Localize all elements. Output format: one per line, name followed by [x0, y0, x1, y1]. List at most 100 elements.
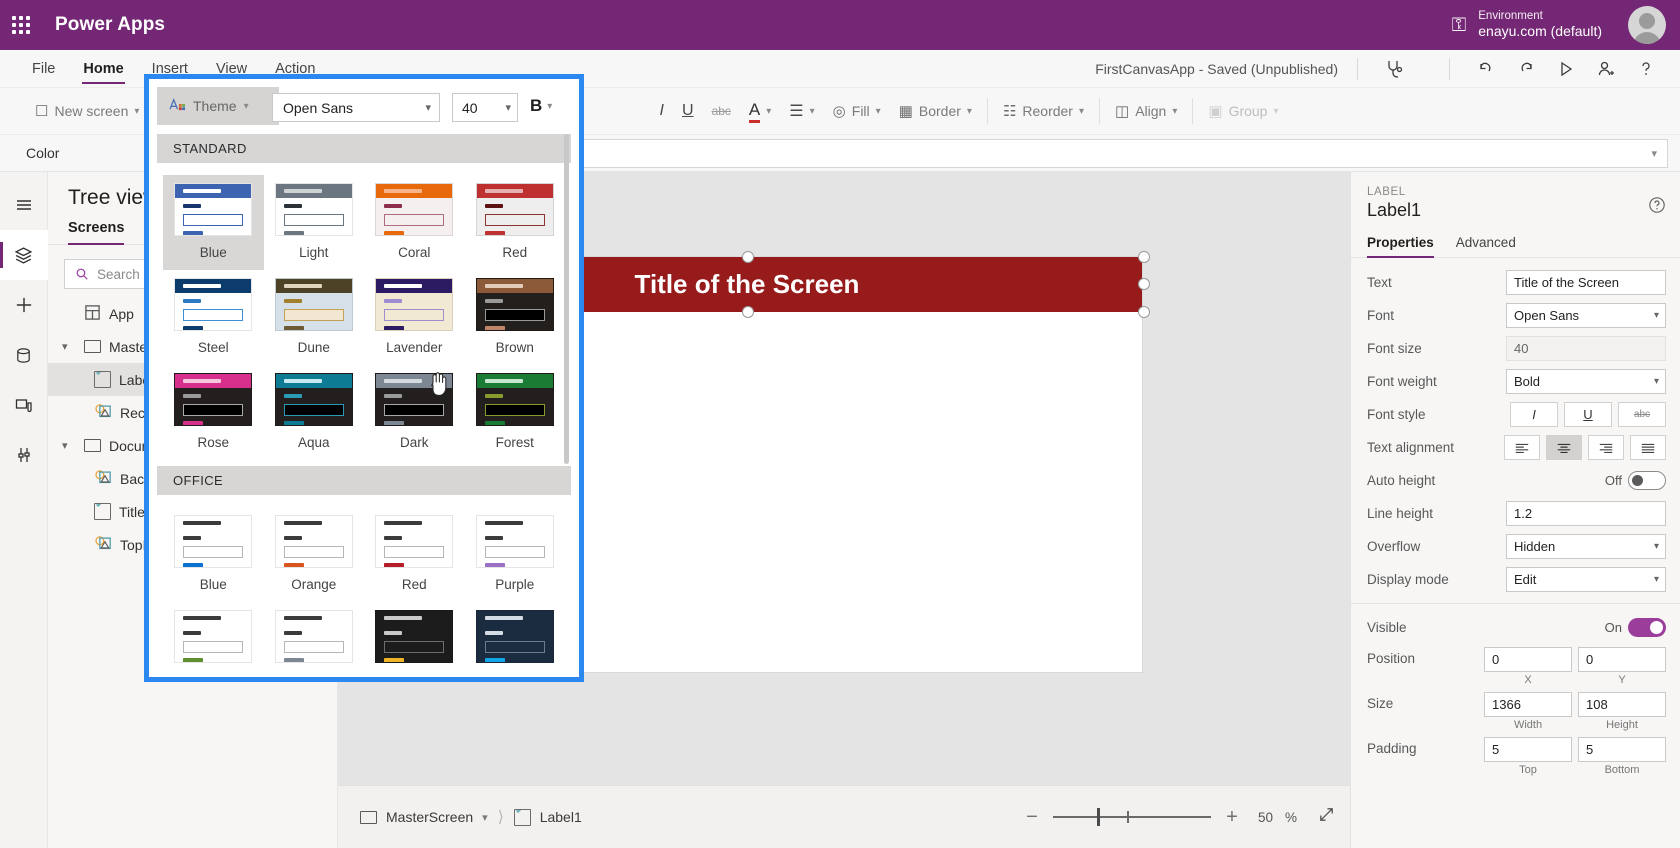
visible-toggle[interactable]: [1628, 618, 1666, 637]
font-family-dropdown[interactable]: Open Sans ▾: [272, 93, 440, 122]
size-height-value: 108: [1586, 697, 1608, 712]
size-width-field[interactable]: 1366: [1484, 692, 1572, 717]
align-right-button[interactable]: [1588, 435, 1624, 460]
insert-plus-icon[interactable]: [0, 280, 48, 330]
theme-swatch[interactable]: Purple: [465, 507, 566, 602]
theme-swatch[interactable]: Coral: [364, 175, 465, 270]
theme-swatch[interactable]: Blue: [163, 507, 264, 602]
theme-swatch[interactable]: Aqua: [264, 365, 365, 460]
theme-preview-card: [375, 610, 454, 663]
size-height-field[interactable]: 108: [1578, 692, 1666, 717]
theme-button[interactable]: Theme ▾: [157, 87, 279, 125]
theme-swatch[interactable]: Dune: [264, 270, 365, 365]
tab-properties[interactable]: Properties: [1367, 235, 1434, 258]
menu-item-file[interactable]: File: [20, 56, 67, 81]
preview-icon[interactable]: [1546, 52, 1586, 86]
selection-handle-bottom-right[interactable]: [1138, 306, 1150, 318]
align-left-button[interactable]: [1504, 435, 1540, 460]
align-group-button[interactable]: ◫ Align ▾: [1106, 94, 1186, 128]
selection-handle-top-right[interactable]: [1138, 251, 1150, 263]
data-icon[interactable]: [0, 330, 48, 380]
bold-button[interactable]: B ▾: [530, 96, 552, 116]
theme-swatch[interactable]: Orange: [264, 507, 365, 602]
display-mode-select[interactable]: Edit ▾: [1506, 567, 1666, 592]
italic-button[interactable]: I: [651, 94, 673, 128]
align-justify-button[interactable]: [1630, 435, 1666, 460]
menu-item-home[interactable]: Home: [71, 56, 135, 84]
user-avatar[interactable]: [1628, 6, 1666, 44]
font-size-field[interactable]: 40: [1506, 336, 1666, 361]
share-icon[interactable]: [1586, 52, 1626, 86]
selection-handle-top[interactable]: [742, 251, 754, 263]
help-icon[interactable]: [1626, 52, 1666, 86]
theme-gallery-scrollbar[interactable]: [564, 134, 569, 464]
strikethrough-button[interactable]: abc: [703, 94, 740, 128]
zoom-slider[interactable]: [1052, 808, 1211, 826]
position-y-field[interactable]: 0: [1578, 647, 1666, 672]
media-icon[interactable]: [0, 380, 48, 430]
redo-icon[interactable]: [1506, 52, 1546, 86]
padding-bottom-field[interactable]: 5: [1578, 737, 1666, 762]
theme-swatch[interactable]: Lavender: [364, 270, 465, 365]
theme-gallery-scroll[interactable]: STANDARD Blue Light Coral Red Steel Dune Laven…: [157, 134, 571, 669]
theme-swatch[interactable]: Forest: [465, 365, 566, 460]
font-color-button[interactable]: A ▾: [740, 94, 780, 128]
theme-swatch[interactable]: Blue: [163, 175, 264, 270]
hamburger-icon[interactable]: [0, 180, 48, 230]
align-center-button[interactable]: [1546, 435, 1582, 460]
text-field[interactable]: Title of the Screen: [1506, 270, 1666, 295]
border-label: Border: [918, 103, 961, 119]
undo-icon[interactable]: [1466, 52, 1506, 86]
tab-screens[interactable]: Screens: [68, 220, 125, 245]
theme-swatch[interactable]: Red: [364, 507, 465, 602]
position-y-caption: Y: [1618, 674, 1626, 686]
sidebar-item-tree-view[interactable]: [0, 230, 48, 280]
theme-swatch[interactable]: Rose: [163, 365, 264, 460]
overflow-select[interactable]: Hidden ▾: [1506, 534, 1666, 559]
new-screen-button[interactable]: ☐ New screen ▾: [26, 94, 148, 128]
border-button[interactable]: ▦ Border ▾: [890, 94, 981, 128]
theme-swatch[interactable]: Gray: [264, 602, 365, 669]
reorder-button[interactable]: ☷ Reorder ▾: [994, 94, 1093, 128]
underline-toggle[interactable]: U: [1564, 402, 1612, 427]
font-select[interactable]: Open Sans ▾: [1506, 303, 1666, 328]
theme-swatch[interactable]: Dark: [364, 365, 465, 460]
selection-handle-bottom[interactable]: [742, 306, 754, 318]
zoom-out-button[interactable]: −: [1023, 807, 1041, 827]
group-button[interactable]: ▣ Group ▾: [1199, 94, 1287, 128]
breadcrumb-control[interactable]: Label1: [513, 808, 582, 826]
line-height-field[interactable]: 1.2: [1506, 501, 1666, 526]
advanced-tools-icon[interactable]: [0, 430, 48, 480]
app-launcher-icon[interactable]: [0, 0, 42, 50]
theme-swatch[interactable]: Dark Yellow: [364, 602, 465, 669]
zoom-slider-thumb[interactable]: [1096, 808, 1100, 826]
theme-swatch[interactable]: Green: [163, 602, 264, 669]
help-circle-icon[interactable]: [1648, 196, 1666, 219]
strikethrough-toggle[interactable]: abc: [1618, 402, 1666, 427]
fill-button[interactable]: ◎ Fill ▾: [824, 94, 890, 128]
italic-toggle[interactable]: I: [1510, 402, 1558, 427]
theme-swatch[interactable]: Brown: [465, 270, 566, 365]
padding-top-field[interactable]: 5: [1484, 737, 1572, 762]
theme-card-line: [484, 536, 503, 540]
theme-swatch[interactable]: Steel: [163, 270, 264, 365]
zoom-in-button[interactable]: +: [1223, 807, 1241, 827]
font-weight-select[interactable]: Bold ▾: [1506, 369, 1666, 394]
font-size-dropdown[interactable]: 40 ▾: [452, 93, 518, 122]
theme-swatch[interactable]: Dark Blue: [465, 602, 566, 669]
tab-advanced[interactable]: Advanced: [1456, 235, 1516, 257]
theme-swatch[interactable]: Red: [465, 175, 566, 270]
text-align-button[interactable]: ☰ ▾: [780, 94, 823, 128]
theme-swatch[interactable]: Light: [264, 175, 365, 270]
breadcrumb-screen[interactable]: MasterScreen ▾: [360, 809, 488, 825]
auto-height-toggle[interactable]: [1628, 471, 1666, 490]
app-checker-icon[interactable]: [1374, 52, 1414, 86]
environment-picker[interactable]: ⚿ Environment enayu.com (default): [1452, 0, 1602, 50]
fit-screen-icon[interactable]: [1317, 805, 1336, 829]
position-x-field[interactable]: 0: [1484, 647, 1572, 672]
chevron-down-icon[interactable]: ▾: [62, 439, 76, 452]
chevron-down-icon[interactable]: ▾: [62, 340, 76, 353]
selection-handle-right[interactable]: [1138, 278, 1150, 290]
theme-gallery-flyout[interactable]: Theme ▾ STANDARD Blue Light Coral Red Steel D…: [144, 74, 584, 682]
underline-button[interactable]: U: [673, 94, 703, 128]
